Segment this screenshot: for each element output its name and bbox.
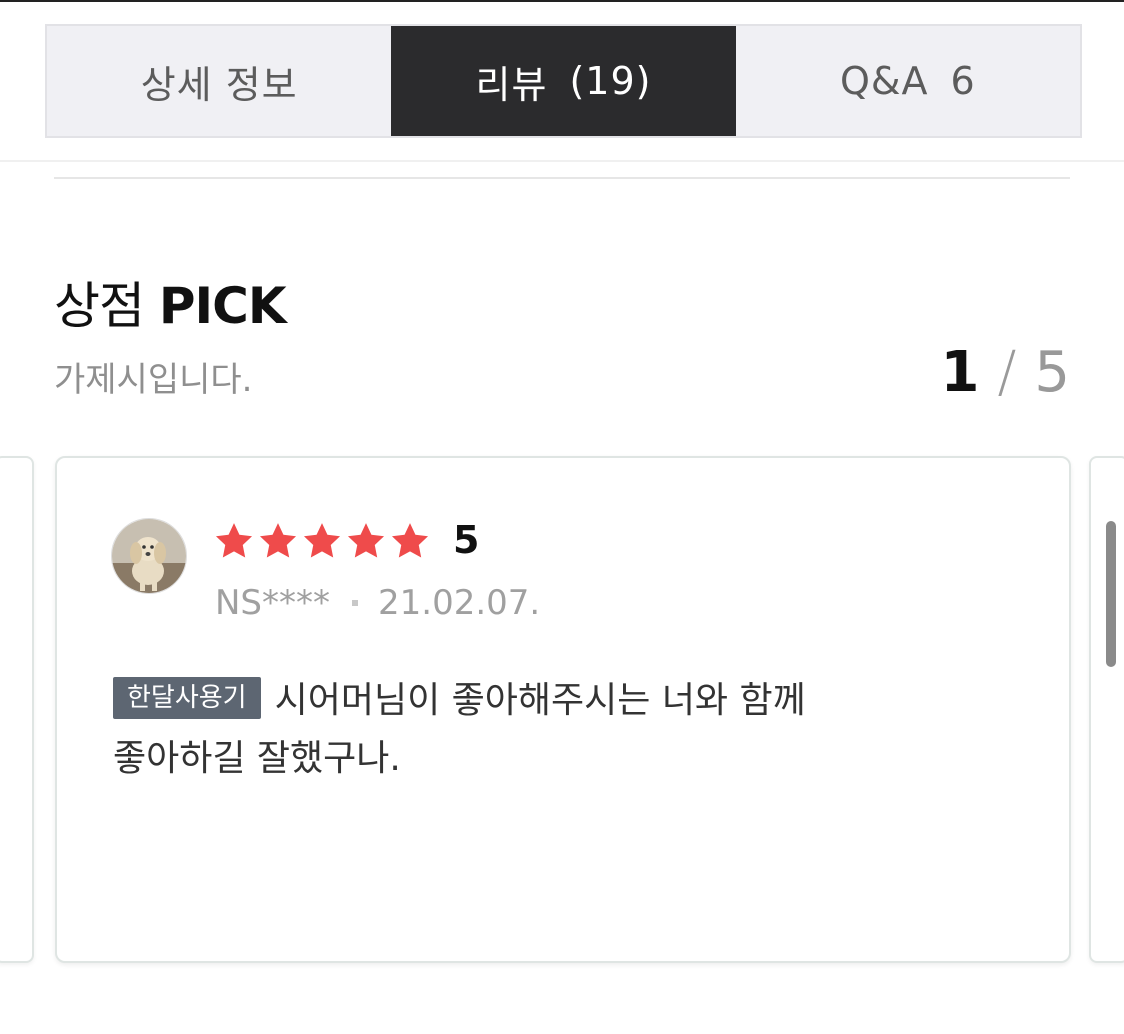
pager-separator: / xyxy=(997,340,1017,405)
dog-photo-avatar xyxy=(112,519,186,593)
rating-score: 5 xyxy=(453,518,480,562)
star-rating xyxy=(213,520,431,562)
reviewer-name: NS**** xyxy=(215,583,331,623)
review-type-badge: 한달사용기 xyxy=(113,677,261,719)
top-divider xyxy=(0,0,1124,2)
section-divider xyxy=(54,177,1070,179)
review-meta: NS**** 21.02.07. xyxy=(215,583,540,623)
meta-separator-dot xyxy=(352,600,359,606)
tab-detail-info[interactable]: 상세 정보 xyxy=(47,26,391,136)
tab-qna[interactable]: Q&A 6 xyxy=(736,26,1080,136)
reviewer-avatar xyxy=(111,518,187,594)
vertical-scrollbar[interactable] xyxy=(1106,521,1116,667)
section-divider xyxy=(0,160,1124,162)
title-korean: 상점 xyxy=(54,277,145,335)
pager-total: 5 xyxy=(1034,340,1070,405)
tab-label: Q&A xyxy=(839,59,929,103)
tab-count: (19) xyxy=(569,59,652,103)
star-icon xyxy=(347,523,385,558)
title-english: PICK xyxy=(158,277,287,335)
star-icon xyxy=(259,523,297,558)
tab-reviews[interactable]: 리뷰 (19) xyxy=(391,26,736,136)
pager-current: 1 xyxy=(940,340,980,405)
review-text-line1: 시어머님이 좋아해주시는 너와 함께 xyxy=(274,680,806,721)
review-body: 한달사용기 시어머님이 좋아해주시는 너와 함께 좋아하길 잘했구나. xyxy=(113,672,973,788)
review-text-line2: 좋아하길 잘했구나. xyxy=(113,738,401,779)
store-pick-title: 상점 PICK xyxy=(54,266,287,338)
review-card[interactable]: 5 NS**** 21.02.07. 한달사용기 시어머님이 좋아해주시는 너와 … xyxy=(55,456,1071,963)
tab-count: 6 xyxy=(950,59,976,103)
tab-label: 리뷰 xyxy=(475,62,548,107)
store-pick-subtitle: 가제시입니다. xyxy=(54,360,253,400)
tab-label: 상세 정보 xyxy=(140,62,298,107)
carousel-prev-card[interactable] xyxy=(0,456,34,963)
star-icon xyxy=(303,523,341,558)
detail-tab-bar: 상세 정보 리뷰 (19) Q&A 6 xyxy=(45,24,1082,138)
star-icon xyxy=(215,523,253,558)
star-icon xyxy=(391,523,429,558)
review-date: 21.02.07. xyxy=(378,583,541,623)
carousel-pager: 1 / 5 xyxy=(941,340,1070,405)
